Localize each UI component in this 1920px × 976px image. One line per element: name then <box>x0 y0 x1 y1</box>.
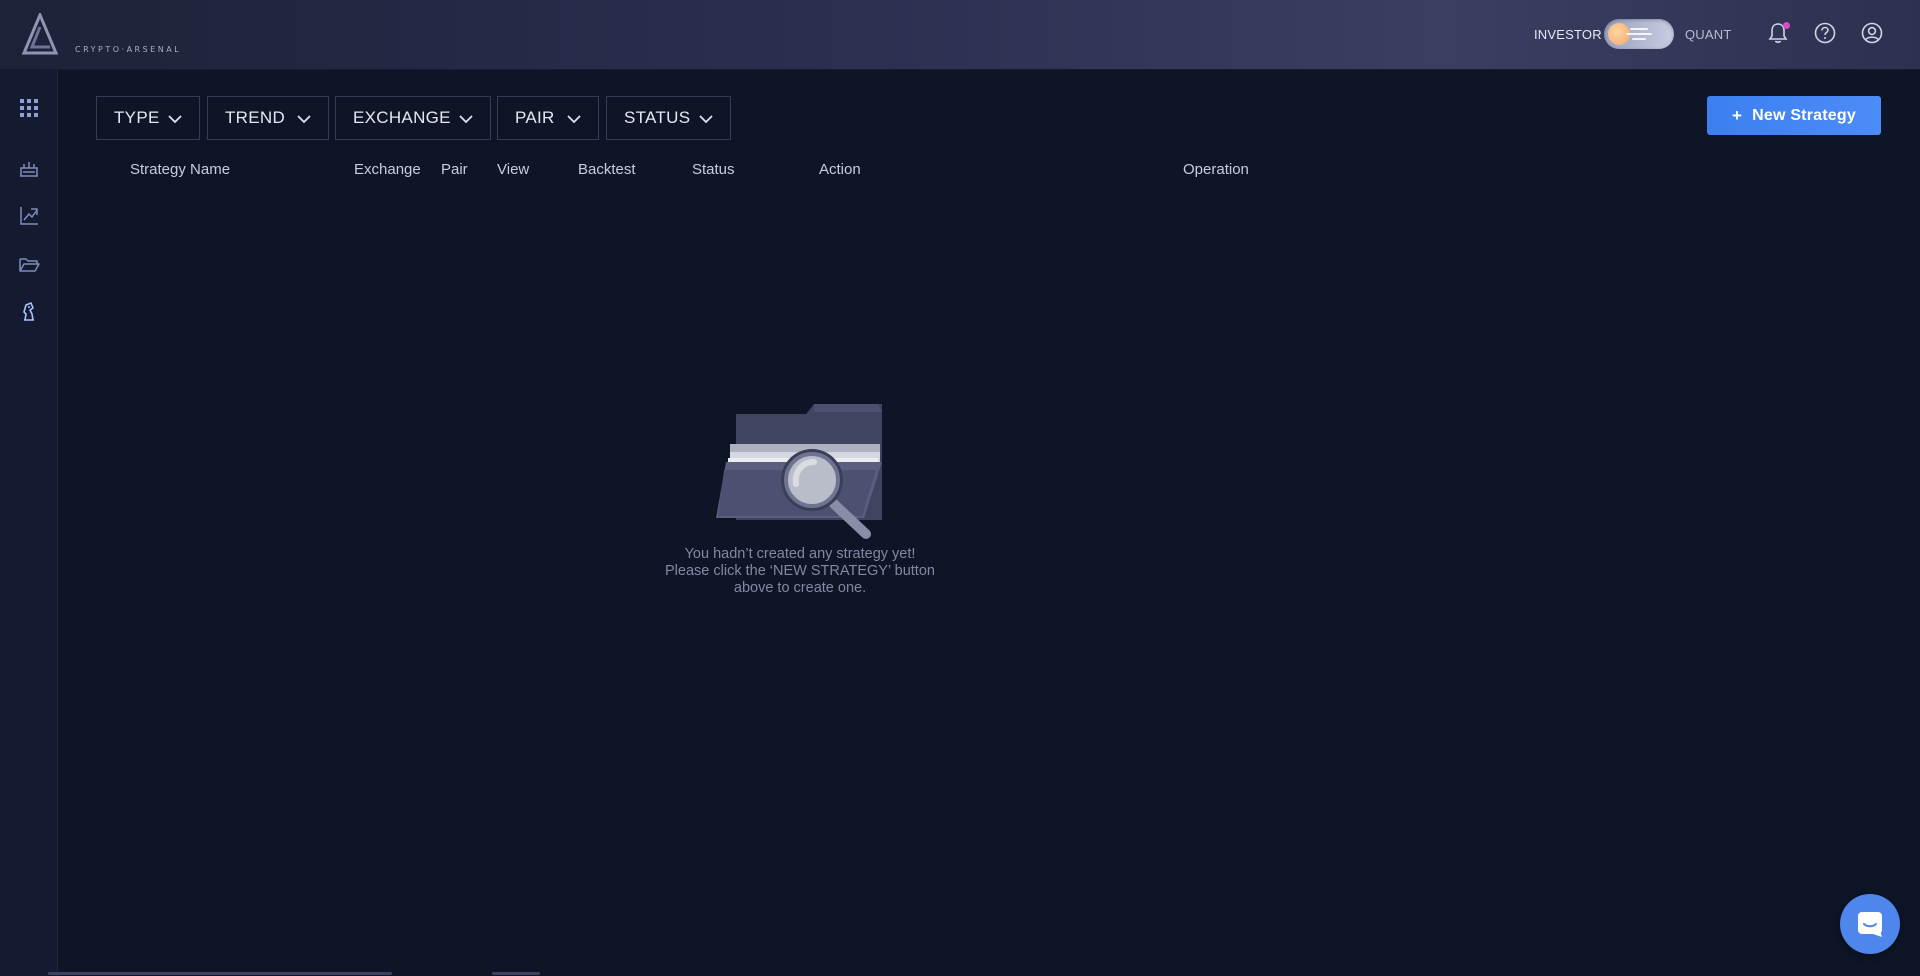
chevron-down-icon <box>459 115 473 124</box>
chevron-down-icon <box>168 115 182 124</box>
top-header: CRYPTO·ARSENAL INVESTOR QUANT <box>0 0 1920 70</box>
column-header-action: Action <box>819 161 861 178</box>
notification-dot <box>1783 22 1790 29</box>
toggle-streak <box>1626 33 1652 35</box>
mode-quant-label[interactable]: QUANT <box>1685 18 1732 50</box>
column-header-view: View <box>497 161 530 178</box>
column-header-pair: Pair <box>441 161 468 178</box>
column-header-strategy-name: Strategy Name <box>130 161 231 178</box>
filter-trend-dropdown[interactable]: TREND <box>207 96 329 140</box>
horizontal-scrollbar-thumb[interactable] <box>492 972 540 975</box>
chevron-down-icon <box>297 115 311 124</box>
filter-status-dropdown[interactable]: STATUS <box>606 96 731 140</box>
strategy-chess-knight-icon[interactable] <box>17 300 41 324</box>
plus-icon: + <box>1732 105 1743 125</box>
crypto-arsenal-logo[interactable]: CRYPTO·ARSENAL <box>20 11 179 57</box>
column-header-exchange: Exchange <box>354 161 421 178</box>
horizontal-scrollbar[interactable] <box>48 972 392 975</box>
column-header-operation: Operation <box>1183 161 1249 178</box>
column-header-status: Status <box>692 161 735 178</box>
apps-grid-icon[interactable] <box>17 96 41 120</box>
filter-pair-dropdown[interactable]: PAIR <box>497 96 599 140</box>
mode-toggle-switch[interactable] <box>1604 19 1674 49</box>
filter-exchange-dropdown[interactable]: EXCHANGE <box>335 96 491 140</box>
notifications-bell-icon[interactable] <box>1765 20 1791 46</box>
filter-status-label: STATUS <box>624 108 691 127</box>
filter-pair-label: PAIR <box>515 108 555 127</box>
analytics-icon[interactable] <box>17 204 41 228</box>
portfolio-folder-icon[interactable] <box>17 252 41 276</box>
chevron-down-icon <box>567 115 581 124</box>
empty-state-line: You hadn’t created any strategy yet! <box>684 546 916 562</box>
logo-text: CRYPTO·ARSENAL <box>75 45 182 54</box>
column-header-backtest: Backtest <box>578 161 636 178</box>
user-account-icon[interactable] <box>1859 20 1885 46</box>
chevron-down-icon <box>699 115 713 124</box>
logo-mark-icon <box>21 11 59 55</box>
new-strategy-button[interactable]: + New Strategy <box>1707 96 1881 135</box>
empty-state-line: Please click the ‘NEW STRATEGY’ button <box>665 563 935 579</box>
empty-state-message: You hadn’t created any strategy yet! Ple… <box>600 546 1000 597</box>
filter-type-dropdown[interactable]: TYPE <box>96 96 200 140</box>
marketplace-icon[interactable] <box>17 156 41 180</box>
chat-icon <box>1858 912 1882 937</box>
help-question-icon[interactable] <box>1812 20 1838 46</box>
empty-folder-search-icon <box>714 400 884 542</box>
new-strategy-label: New Strategy <box>1752 106 1856 124</box>
left-sidebar <box>0 70 58 976</box>
filter-exchange-label: EXCHANGE <box>353 108 451 127</box>
toggle-streak <box>1632 38 1646 40</box>
toggle-streak <box>1630 28 1648 30</box>
mode-investor-label[interactable]: INVESTOR <box>1534 18 1602 50</box>
filter-type-label: TYPE <box>114 108 160 127</box>
filter-trend-label: TREND <box>225 108 286 127</box>
empty-state-line: above to create one. <box>733 580 867 596</box>
live-chat-button[interactable] <box>1840 894 1900 954</box>
